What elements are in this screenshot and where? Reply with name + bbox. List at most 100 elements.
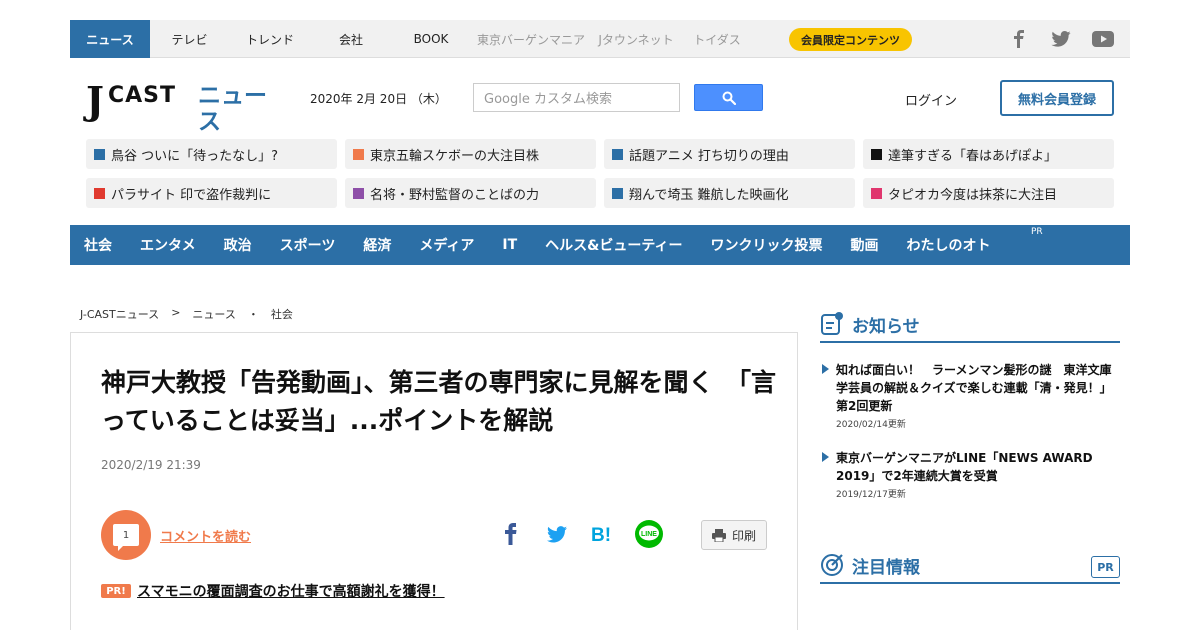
topic-item[interactable]: タピオカ今度は抹茶に大注目 — [863, 178, 1114, 208]
article-title: 神戸大教授「告発動画」、第三者の専門家に見解を聞く 「言っていることは妥当」..… — [101, 368, 777, 435]
notice-title: お知らせ — [852, 316, 920, 337]
top-bar: ニュース テレビ トレンド 会社 BOOK 東京バーゲンマニア Jタウンネット … — [70, 20, 1130, 58]
site-nav-j-town-net[interactable]: Jタウンネット — [591, 20, 681, 58]
topic-color-marker — [612, 187, 623, 199]
topic-color-marker — [94, 187, 105, 199]
svg-text:LINE: LINE — [641, 531, 657, 538]
category-one-click-poll[interactable]: ワンクリック投票 — [711, 235, 823, 255]
topic-color-marker — [871, 148, 882, 160]
twitter-share-icon[interactable] — [543, 520, 571, 548]
topic-label: 鳥谷 ついに「待ったなし」? — [111, 148, 279, 164]
twitter-icon[interactable] — [1050, 28, 1072, 50]
site-logo[interactable]: J CAST ニュース — [86, 82, 286, 136]
topic-color-marker — [353, 187, 364, 199]
topic-item[interactable]: 鳥谷 ついに「待ったなし」? — [86, 139, 337, 169]
breadcrumb-separator: > — [171, 306, 181, 319]
current-date: 2020年 2月 20日 （木） — [310, 92, 447, 106]
site-nav-bargain-mania[interactable]: 東京バーゲンマニア — [471, 20, 591, 58]
register-button[interactable]: 無料会員登録 — [1000, 80, 1114, 116]
topic-item[interactable]: 東京五輪スケボーの大注目株 — [345, 139, 596, 169]
notice-icon — [821, 312, 843, 335]
topic-item[interactable]: 達筆すぎる「春はあげぽよ」 — [863, 139, 1114, 169]
site-nav-toidasu[interactable]: トイダス — [681, 20, 753, 58]
topic-item[interactable]: 話題アニメ 打ち切りの理由 — [604, 139, 855, 169]
pr-badge: PR! — [101, 584, 131, 598]
topic-label: 翔んで埼玉 難航した映画化 — [629, 187, 789, 203]
topic-color-marker — [94, 148, 105, 160]
arrow-right-icon — [822, 364, 829, 374]
category-economy[interactable]: 経済 — [363, 235, 391, 255]
logo-news: ニュース — [198, 83, 267, 135]
category-health-beauty[interactable]: ヘルス&ビューティー — [545, 235, 682, 255]
topic-item[interactable]: 名将・野村監督のことばの力 — [345, 178, 596, 208]
breadcrumb-home[interactable]: J-CASTニュース — [80, 306, 159, 322]
share-buttons: B! LINE — [497, 520, 663, 548]
notice-text: 知れば面白い！ ラーメンマン髪形の謎 東洋文庫学芸員の解説＆クイズで楽しむ連載「… — [836, 363, 1112, 413]
search-button[interactable] — [694, 84, 763, 111]
trending-topics: 鳥谷 ついに「待ったなし」? 東京五輪スケボーの大注目株 話題アニメ 打ち切りの… — [86, 139, 1114, 208]
notice-text: 東京バーゲンマニアがLINE「NEWS AWARD 2019」で2年連続大賞を受… — [836, 451, 1093, 483]
category-watashi-no-oto[interactable]: わたしのオト — [907, 235, 991, 255]
comment-count: 1 — [113, 524, 139, 551]
attention-pr-badge: PR — [1091, 556, 1120, 578]
facebook-icon[interactable] — [1008, 28, 1030, 50]
category-it[interactable]: IT — [502, 237, 517, 253]
print-button[interactable]: 印刷 — [701, 520, 767, 550]
topic-label: タピオカ今度は抹茶に大注目 — [888, 187, 1058, 203]
category-society[interactable]: 社会 — [84, 235, 112, 255]
topic-color-marker — [612, 148, 623, 160]
site-nav-company[interactable]: 会社 — [311, 20, 391, 58]
breadcrumb-news[interactable]: ニュース — [192, 306, 235, 322]
notice-date: 2020/02/14更新 — [836, 420, 906, 430]
line-share-icon[interactable]: LINE — [635, 520, 663, 548]
breadcrumb: J-CASTニュース > ニュース ・ 社会 — [80, 306, 293, 322]
site-nav-book[interactable]: BOOK — [391, 20, 471, 58]
category-nav: 社会 エンタメ 政治 スポーツ 経済 メディア IT ヘルス&ビューティー ワン… — [70, 225, 1130, 265]
breadcrumb-separator: ・ — [247, 308, 259, 321]
category-video[interactable]: 動画 — [851, 235, 879, 255]
breadcrumb-society[interactable]: 社会 — [271, 306, 293, 322]
topic-color-marker — [871, 187, 882, 199]
category-sports[interactable]: スポーツ — [280, 235, 336, 255]
topic-label: 達筆すぎる「春はあげぽよ」 — [888, 148, 1058, 164]
notice-item[interactable]: 知れば面白い！ ラーメンマン髪形の謎 東洋文庫学芸員の解説＆クイズで楽しむ連載「… — [820, 361, 1120, 430]
topic-label: 話題アニメ 打ち切りの理由 — [629, 148, 789, 164]
hatena-bookmark-icon[interactable]: B! — [589, 520, 617, 548]
category-politics[interactable]: 政治 — [224, 235, 252, 255]
site-nav-tv[interactable]: テレビ — [150, 20, 229, 58]
topic-item[interactable]: パラサイト 印で盗作裁判に — [86, 178, 337, 208]
social-links — [1008, 20, 1114, 58]
category-pr-badge: PR — [1031, 227, 1043, 237]
login-link[interactable]: ログイン — [905, 90, 957, 109]
facebook-share-icon[interactable] — [497, 520, 525, 548]
comment-icon[interactable]: 1 — [101, 510, 151, 560]
sponsored-link[interactable]: スマモニの覆面調査のお仕事で高額謝礼を獲得！ — [137, 581, 445, 601]
article-timestamp: 2020/2/19 21:39 — [101, 458, 201, 472]
printer-icon — [711, 529, 726, 542]
topic-item[interactable]: 翔んで埼玉 難航した映画化 — [604, 178, 855, 208]
category-entertainment[interactable]: エンタメ — [140, 235, 196, 255]
site-nav-news[interactable]: ニュース — [70, 20, 150, 58]
attention-title: 注目情報 — [852, 557, 920, 578]
logo-cast: CAST — [108, 83, 177, 108]
search-icon — [722, 91, 736, 105]
notice-date: 2019/12/17更新 — [836, 490, 906, 500]
site-nav: ニュース テレビ トレンド 会社 BOOK 東京バーゲンマニア Jタウンネット … — [70, 20, 753, 58]
print-label: 印刷 — [731, 528, 756, 543]
svg-text:B!: B! — [591, 525, 611, 544]
attention-section-header: 注目情報 PR — [820, 548, 1120, 584]
youtube-icon[interactable] — [1092, 28, 1114, 50]
site-nav-trend[interactable]: トレンド — [229, 20, 311, 58]
arrow-right-icon — [822, 452, 829, 462]
topic-label: パラサイト 印で盗作裁判に — [111, 187, 272, 203]
topic-label: 東京五輪スケボーの大注目株 — [370, 148, 540, 164]
topic-color-marker — [353, 148, 364, 160]
notice-section-header: お知らせ — [820, 307, 1120, 343]
read-comments-link[interactable]: コメントを読む — [160, 526, 251, 545]
member-content-button[interactable]: 会員限定コンテンツ — [789, 28, 912, 51]
notice-item[interactable]: 東京バーゲンマニアがLINE「NEWS AWARD 2019」で2年連続大賞を受… — [820, 449, 1120, 500]
target-icon — [821, 554, 843, 576]
search-input[interactable]: Google カスタム検索 — [473, 83, 680, 112]
category-media[interactable]: メディア — [419, 235, 474, 255]
topic-label: 名将・野村監督のことばの力 — [370, 187, 540, 203]
